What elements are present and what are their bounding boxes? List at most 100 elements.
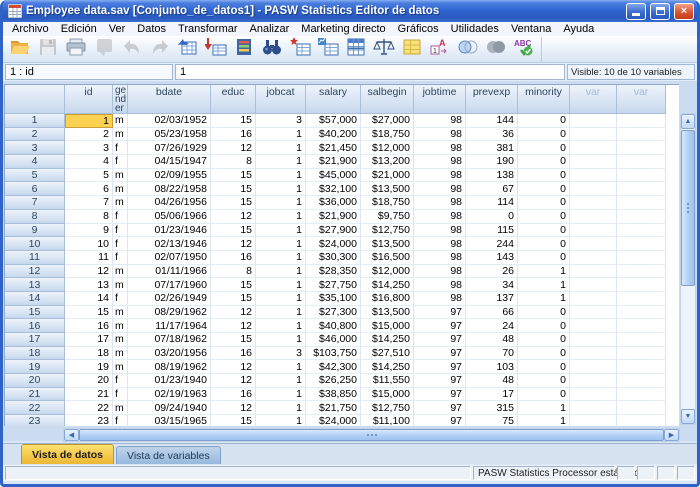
cell[interactable]: 137: [466, 292, 518, 306]
cell[interactable]: 97: [414, 374, 466, 388]
cell[interactable]: $12,000: [361, 265, 414, 279]
cell[interactable]: 98: [414, 292, 466, 306]
vertical-scrollbar[interactable]: ▲ ▼: [680, 113, 696, 425]
menu-gr-ficos[interactable]: Gráficos: [392, 22, 445, 37]
cell[interactable]: 16: [211, 388, 256, 402]
cell[interactable]: [617, 278, 666, 292]
cell[interactable]: 97: [414, 306, 466, 320]
cell[interactable]: 9: [65, 224, 113, 238]
cell[interactable]: [617, 347, 666, 361]
cell[interactable]: 48: [466, 333, 518, 347]
cell[interactable]: 18: [65, 347, 113, 361]
column-header-prevexp[interactable]: prevexp: [466, 85, 518, 114]
cell[interactable]: 15: [211, 224, 256, 238]
cell[interactable]: $24,000: [306, 415, 361, 426]
menu-transformar[interactable]: Transformar: [172, 22, 244, 37]
cell[interactable]: 01/11/1966: [128, 265, 211, 279]
cell[interactable]: [570, 169, 617, 183]
cell[interactable]: 16: [65, 319, 113, 333]
cell[interactable]: 0: [518, 306, 570, 320]
cell[interactable]: 15: [211, 182, 256, 196]
cell[interactable]: 1: [256, 415, 306, 426]
tab-vista-de-datos[interactable]: Vista de datos: [21, 444, 114, 464]
cell[interactable]: [617, 210, 666, 224]
cell[interactable]: [617, 265, 666, 279]
cell[interactable]: 98: [414, 196, 466, 210]
cell[interactable]: 3: [256, 347, 306, 361]
cell[interactable]: m: [113, 265, 128, 279]
cell[interactable]: [617, 333, 666, 347]
cell[interactable]: 12: [211, 210, 256, 224]
cell[interactable]: f: [113, 210, 128, 224]
cell[interactable]: 07/18/1962: [128, 333, 211, 347]
tab-vista-de-variables[interactable]: Vista de variables: [116, 446, 221, 464]
cell[interactable]: $32,100: [306, 182, 361, 196]
cell[interactable]: 115: [466, 224, 518, 238]
cell[interactable]: $9,750: [361, 210, 414, 224]
cell[interactable]: 98: [414, 265, 466, 279]
cell[interactable]: 07/26/1929: [128, 141, 211, 155]
cell[interactable]: $103,750: [306, 347, 361, 361]
cell[interactable]: 0: [518, 319, 570, 333]
cell[interactable]: 02/03/1952: [128, 114, 211, 128]
goto-variable-button[interactable]: [202, 38, 229, 62]
row-header-8[interactable]: 8: [5, 210, 65, 224]
row-header-22[interactable]: 22: [5, 401, 65, 415]
horizontal-scroll-thumb[interactable]: [79, 429, 664, 441]
cell[interactable]: [617, 196, 666, 210]
row-header-7[interactable]: 7: [5, 196, 65, 210]
cell[interactable]: [617, 155, 666, 169]
cell[interactable]: [570, 319, 617, 333]
row-header-6[interactable]: 6: [5, 182, 65, 196]
cell[interactable]: [570, 196, 617, 210]
maximize-button[interactable]: [650, 3, 670, 20]
insert-variable-button[interactable]: [314, 38, 341, 62]
cell[interactable]: [570, 114, 617, 128]
cell[interactable]: 16: [211, 128, 256, 142]
goto-case-button[interactable]: [174, 38, 201, 62]
cell[interactable]: 02/13/1946: [128, 237, 211, 251]
cell[interactable]: 7: [65, 196, 113, 210]
cell[interactable]: 1: [256, 292, 306, 306]
cell[interactable]: 12: [211, 360, 256, 374]
cell[interactable]: 0: [518, 141, 570, 155]
cell[interactable]: 143: [466, 251, 518, 265]
cell[interactable]: 1: [256, 388, 306, 402]
cell[interactable]: f: [113, 388, 128, 402]
cell-editor-input[interactable]: 1: [175, 64, 565, 80]
grid-corner-cell[interactable]: [5, 85, 65, 114]
cell[interactable]: 0: [518, 374, 570, 388]
column-header-bdate[interactable]: bdate: [128, 85, 211, 114]
cell[interactable]: 12: [211, 401, 256, 415]
cell[interactable]: f: [113, 224, 128, 238]
cell[interactable]: $26,250: [306, 374, 361, 388]
cell[interactable]: 14: [65, 292, 113, 306]
column-header-educ[interactable]: educ: [211, 85, 256, 114]
cell[interactable]: [570, 237, 617, 251]
cell[interactable]: 1: [256, 333, 306, 347]
cell[interactable]: 1: [518, 278, 570, 292]
cell[interactable]: $18,750: [361, 128, 414, 142]
row-header-13[interactable]: 13: [5, 278, 65, 292]
column-header-gender[interactable]: gender: [113, 85, 128, 114]
cell[interactable]: 09/24/1940: [128, 401, 211, 415]
cell[interactable]: f: [113, 415, 128, 426]
cell[interactable]: m: [113, 319, 128, 333]
row-header-3[interactable]: 3: [5, 141, 65, 155]
cell[interactable]: $16,500: [361, 251, 414, 265]
cell[interactable]: $27,900: [306, 224, 361, 238]
cell[interactable]: 34: [466, 278, 518, 292]
row-header-15[interactable]: 15: [5, 306, 65, 320]
cell[interactable]: 15: [65, 306, 113, 320]
cell[interactable]: 97: [414, 388, 466, 402]
cell[interactable]: $11,550: [361, 374, 414, 388]
menu-ventana[interactable]: Ventana: [505, 22, 557, 37]
scroll-right-button[interactable]: ▶: [664, 429, 679, 441]
cell[interactable]: [570, 415, 617, 426]
cell[interactable]: 114: [466, 196, 518, 210]
split-file-button[interactable]: [342, 38, 369, 62]
cell[interactable]: 02/19/1963: [128, 388, 211, 402]
menu-ver[interactable]: Ver: [103, 22, 132, 37]
cell[interactable]: f: [113, 292, 128, 306]
cell[interactable]: [570, 265, 617, 279]
